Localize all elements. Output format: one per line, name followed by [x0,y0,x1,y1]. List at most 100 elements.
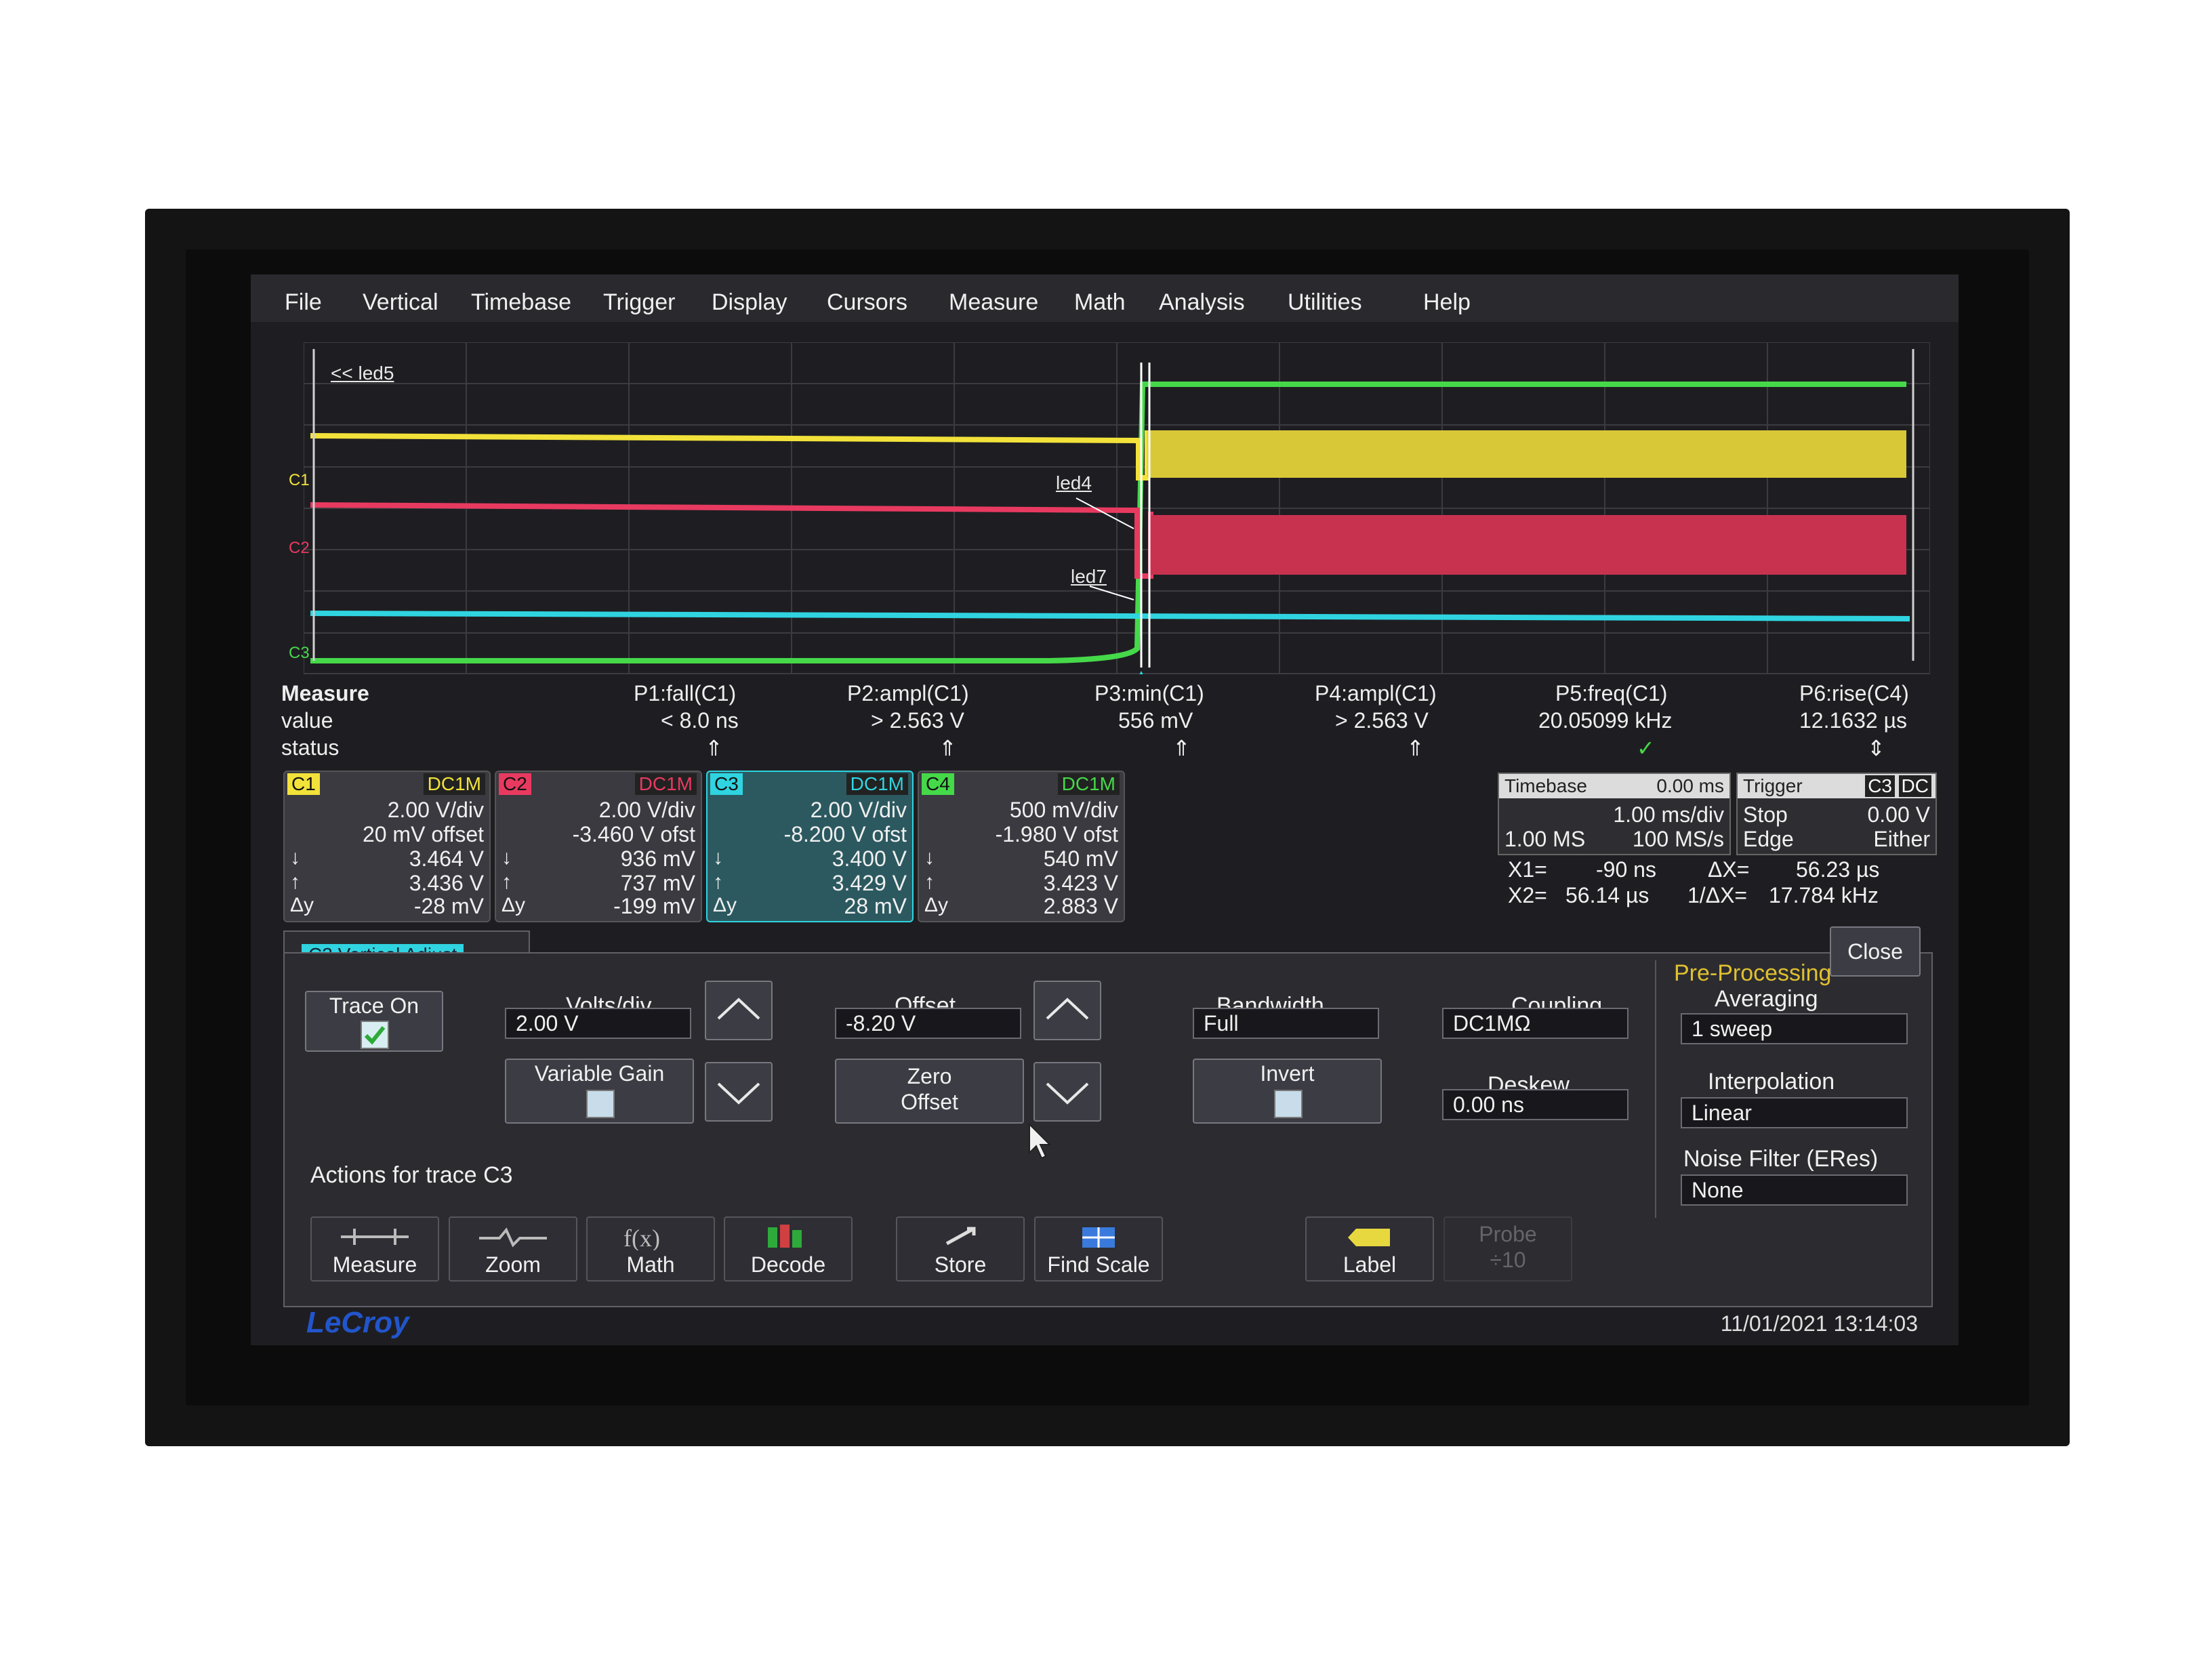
measure-table: Measure value status P1:fall(C1) < 8.0 n… [281,681,1948,762]
c2-coupling: DC1M [634,773,697,795]
c2-marker[interactable]: C2 [289,539,310,558]
bandwidth-field[interactable]: Full [1193,1008,1379,1039]
c1-down-icon: ↓ [290,846,300,869]
noise-filter-field[interactable]: None [1681,1174,1908,1206]
offset-up-button[interactable] [1033,981,1101,1040]
coupling-field[interactable]: DC1MΩ [1442,1008,1629,1039]
menu-file[interactable]: File [285,289,322,316]
c3-marker[interactable]: C3 [289,644,310,663]
timebase-box[interactable]: Timebase 0.00 ms 1.00 ms/div 1.00 MS 100… [1498,773,1731,855]
p3-status: ⇑ [1172,736,1191,760]
p2-name[interactable]: P2:ampl(C1) [847,681,969,706]
zero-offset-button[interactable]: Zero Offset [835,1059,1024,1124]
c2-offset: -3.460 V ofst [572,822,695,846]
cursor-dx-value: 56.23 µs [1796,857,1880,882]
menu-measure[interactable]: Measure [949,289,1038,316]
store-icon [945,1227,976,1246]
chevron-up-icon [1046,998,1089,1020]
menu-vertical[interactable]: Vertical [363,289,438,316]
action-measure-button[interactable]: Measure [310,1216,439,1282]
channel-box-c2[interactable]: C2 DC1M 2.00 V/div -3.460 V ofst ↓ 936 m… [495,771,702,922]
zero-offset-line1: Zero [907,1064,952,1088]
menu-math[interactable]: Math [1074,289,1126,316]
menu-analysis[interactable]: Analysis [1159,289,1245,316]
offset-field[interactable]: -8.20 V [835,1008,1021,1039]
trigger-level: 0.00 V [1867,802,1930,827]
cursor-dx-label: ΔX= [1708,857,1750,882]
averaging-field[interactable]: 1 sweep [1681,1013,1908,1044]
invert-checkbox[interactable] [1274,1090,1303,1118]
trace-on-toggle[interactable]: Trace On [305,991,443,1052]
timebase-samples: 1.00 MS [1504,827,1586,851]
p3-name[interactable]: P3:min(C1) [1094,681,1204,706]
action-find-scale-button[interactable]: Find Scale [1034,1216,1163,1282]
annotation-led5[interactable]: << led5 [331,363,394,384]
menu-help[interactable]: Help [1423,289,1471,316]
annotation-led4[interactable]: led4 [1056,472,1092,494]
trigger-label: Trigger [1743,775,1803,796]
c4-dy: 2.883 V [1043,894,1118,918]
interpolation-field[interactable]: Linear [1681,1097,1908,1128]
menu-cursors[interactable]: Cursors [827,289,907,316]
c3-dy-label: Δy [713,894,737,916]
trigger-slope: Either [1873,827,1930,851]
variable-gain-toggle[interactable]: Variable Gain [505,1059,694,1124]
close-button[interactable]: Close [1830,926,1921,977]
zero-offset-line2: Offset [901,1090,958,1114]
p1-name[interactable]: P1:fall(C1) [634,681,736,706]
measure-row-status: status [281,735,340,760]
trigger-source: C3 [1865,775,1895,797]
channel-box-c4[interactable]: C4 DC1M 500 mV/div -1.980 V ofst ↓ 540 m… [918,771,1125,922]
action-zoom-button[interactable]: Zoom [449,1216,577,1282]
cursor-inv-label: 1/ΔX= [1687,883,1748,907]
trigger-mode: Stop [1743,802,1788,827]
p6-name[interactable]: P6:rise(C4) [1799,681,1909,706]
c3-tag: C3 [710,773,743,795]
deskew-field[interactable]: 0.00 ns [1442,1089,1629,1120]
action-math-button[interactable]: f(x) Math [586,1216,715,1282]
volts-div-down-button[interactable] [705,1062,773,1122]
trigger-box[interactable]: Trigger C3 DC Stop 0.00 V Edge Either [1736,773,1937,855]
action-label-button[interactable]: Label [1305,1216,1434,1282]
menu-utilities[interactable]: Utilities [1288,289,1362,316]
annotation-led7[interactable]: led7 [1071,566,1107,588]
p5-name[interactable]: P5:freq(C1) [1555,681,1667,706]
c4-down: 540 mV [1043,846,1118,871]
invert-toggle[interactable]: Invert [1193,1059,1382,1124]
check-icon [364,1026,386,1045]
c4-dy-label: Δy [924,894,949,916]
trace-on-checkbox[interactable] [361,1021,389,1049]
channel-box-c3[interactable]: C3 DC1M 2.00 V/div -8.200 V ofst ↓ 3.400… [706,771,914,922]
c4-up: 3.423 V [1043,871,1118,895]
measure-title: Measure [281,681,369,705]
scope-screen: File Vertical Timebase Trigger Display C… [251,274,1959,1345]
waveform-grid[interactable]: << led5 led4 led7 C1 C2 C3 [289,342,1930,674]
c4-up-icon: ↑ [924,871,935,893]
p4-name[interactable]: P4:ampl(C1) [1315,681,1437,706]
volts-div-field[interactable]: 2.00 V [505,1008,691,1039]
action-store-button[interactable]: Store [896,1216,1025,1282]
variable-gain-checkbox[interactable] [586,1090,615,1118]
c2-dy-label: Δy [501,894,526,916]
menu-timebase[interactable]: Timebase [471,289,571,316]
trace-c1 [310,430,1150,480]
c1-vdiv: 2.00 V/div [387,798,484,822]
menu-display[interactable]: Display [712,289,787,316]
channel-box-c1[interactable]: C1 DC1M 2.00 V/div 20 mV offset ↓ 3.464 … [283,771,491,922]
action-decode-button[interactable]: Decode [724,1216,853,1282]
action-measure-label: Measure [332,1252,417,1277]
trace-c2-burst [1151,515,1906,575]
p6-status: ⇕ [1867,736,1885,760]
actions-label: Actions for trace C3 [310,1162,513,1188]
c1-coupling: DC1M [423,773,485,795]
c4-offset: -1.980 V ofst [995,822,1118,846]
trace-on-label: Trace On [329,994,419,1018]
volts-div-up-button[interactable] [705,981,773,1040]
timebase-tdiv: 1.00 ms/div [1613,802,1724,827]
menu-trigger[interactable]: Trigger [603,289,675,316]
c1-marker[interactable]: C1 [289,471,310,490]
datetime: 11/01/2021 13:14:03 [1720,1311,1918,1336]
probe-label-1: Probe [1479,1222,1537,1246]
offset-down-button[interactable] [1033,1062,1101,1122]
action-store-label: Store [934,1252,987,1277]
